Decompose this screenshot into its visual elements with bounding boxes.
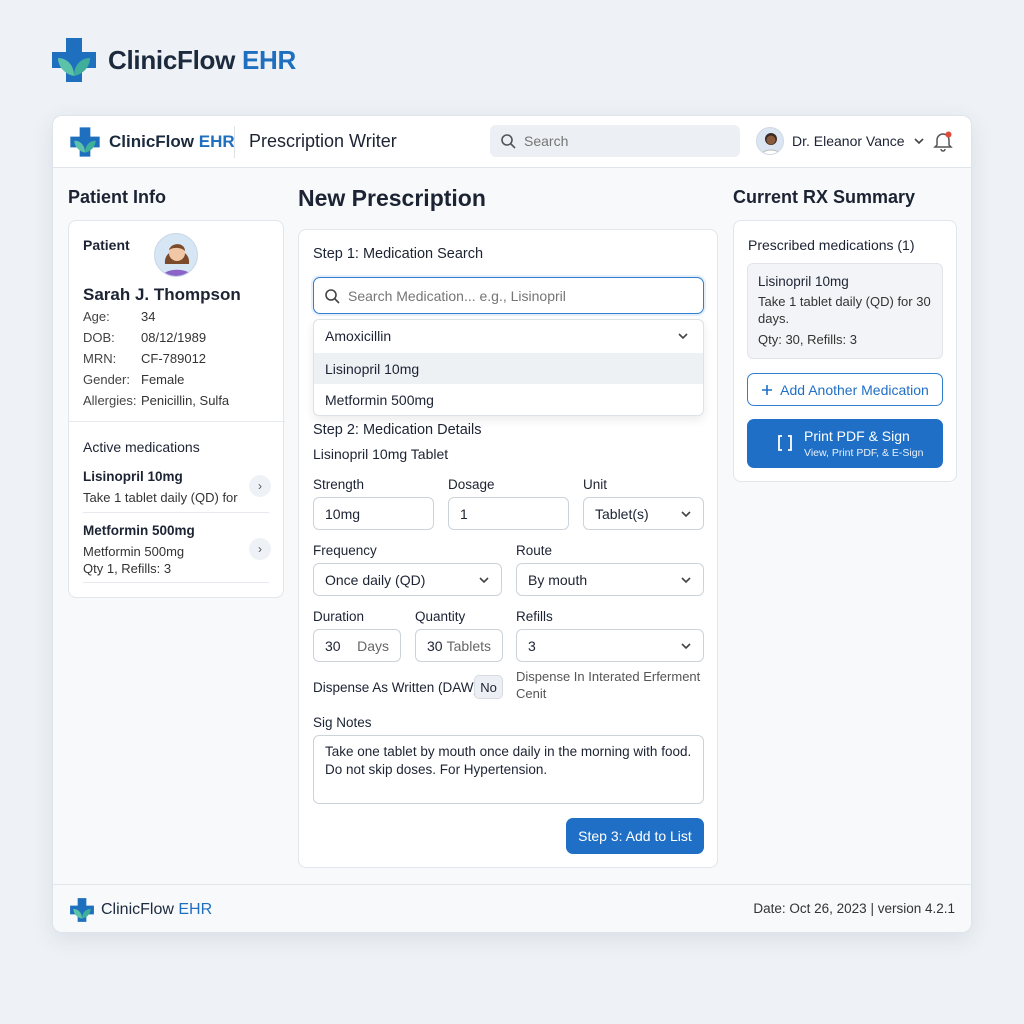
dispense-note: Dispense In Interated Erferment Cenit (516, 669, 701, 701)
patient-name: Sarah J. Thompson (83, 285, 241, 304)
dropdown-option[interactable]: Amoxicillin (314, 320, 703, 352)
brand-name: ClinicFlow EHR (108, 44, 296, 75)
prescribed-medications-title: Prescribed medications (1) (748, 237, 915, 253)
search-icon (325, 288, 340, 304)
chevron-right-icon[interactable]: › (249, 538, 271, 560)
step2-title: Step 2: Medication Details (313, 422, 482, 438)
route-label: Route (516, 543, 553, 558)
chevron-down-icon (678, 333, 688, 340)
unit-label: Unit (583, 477, 608, 492)
app-window: ClinicFlow EHR Prescription Writer Dr. E… (52, 115, 972, 933)
new-prescription-title: New Prescription (298, 185, 486, 211)
divider (234, 126, 235, 158)
clinicflow-logo-icon (70, 127, 100, 157)
patient-age: Age: 34 (83, 309, 156, 324)
route-select[interactable]: By mouth (516, 563, 704, 596)
sign-icon (778, 435, 792, 451)
selected-medication: Lisinopril 10mg Tablet (313, 446, 449, 462)
duration-label: Duration (313, 609, 365, 624)
footer: ClinicFlow EHR Date: Oct 26, 2023 | vers… (53, 884, 971, 932)
bell-icon (933, 131, 953, 152)
app-brand: ClinicFlow EHR (50, 36, 296, 84)
patient-info-title: Patient Info (68, 187, 166, 207)
dosage-input[interactable]: 1 (448, 497, 569, 530)
top-bar: ClinicFlow EHR Prescription Writer Dr. E… (53, 116, 971, 168)
chevron-right-icon[interactable]: › (249, 475, 271, 497)
patient-dob: DOB: 08/12/1989 (83, 330, 207, 345)
clinicflow-logo-icon (52, 38, 96, 82)
patient-card: Patient Sarah J. Thompson Age: 34 DOB: 08/… (68, 220, 285, 598)
chevron-down-icon (681, 576, 691, 583)
add-another-medication-button[interactable]: Add Another Medication (747, 373, 943, 406)
active-med-item[interactable]: Metformin 500mg Metformin 500mg Qty 1, R… (83, 523, 269, 576)
print-pdf-sign-label: Print PDF & Sign (804, 428, 910, 444)
print-pdf-sign-button[interactable]: Print PDF & Sign View, Print PDF, & E-Si… (747, 419, 943, 468)
sig-notes-textarea[interactable]: Take one tablet by mouth once daily in t… (313, 735, 704, 804)
patient-gender: Gender: Female (83, 372, 185, 387)
page-title: Prescription Writer (249, 131, 397, 151)
search-icon (501, 134, 516, 149)
strength-label: Strength (313, 477, 365, 492)
refills-select[interactable]: 3 (516, 629, 704, 662)
notifications-button[interactable] (932, 130, 954, 157)
divider (83, 512, 269, 513)
divider (69, 421, 285, 422)
medication-dropdown: Amoxicillin Lisinopril 10mg Metformin 50… (313, 319, 704, 416)
user-menu[interactable]: Dr. Eleanor Vance (756, 127, 925, 155)
frequency-label: Frequency (313, 543, 377, 558)
dropdown-option[interactable]: Metformin 500mg (314, 384, 703, 415)
prescribed-item[interactable]: Lisinopril 10mg Take 1 tablet daily (QD)… (747, 263, 943, 359)
unit-select[interactable]: Tablet(s) (583, 497, 704, 530)
patient-label: Patient (83, 237, 130, 253)
frequency-select[interactable]: Once daily (QD) (313, 563, 502, 596)
footer-meta: Date: Oct 26, 2023 | version 4.2.1 (753, 901, 955, 916)
rx-summary-card: Prescribed medications (1) Lisinopril 10… (733, 220, 957, 482)
patient-mrn: MRN: CF-789012 (83, 351, 207, 366)
active-medications-title: Active medications (83, 439, 200, 455)
daw-label: Dispense As Written (DAW) (313, 680, 479, 695)
plus-icon (762, 384, 773, 395)
rx-summary-title: Current RX Summary (733, 187, 916, 207)
user-name: Dr. Eleanor Vance (792, 133, 905, 149)
global-search-input[interactable] (524, 133, 724, 149)
chevron-down-icon (681, 642, 691, 649)
print-pdf-sign-sublabel: View, Print PDF, & E-Sign (804, 447, 924, 459)
patient-allergies: Allergies: Penicillin, Sulfa (83, 393, 230, 408)
prescribed-item-title: Lisinopril 10mg (758, 274, 849, 289)
dosage-label: Dosage (448, 477, 495, 492)
prescription-card: Step 1: Medication Search Amoxicillin Li… (298, 229, 718, 868)
global-search[interactable] (490, 125, 740, 157)
dropdown-option-selected[interactable]: Lisinopril 10mg (314, 353, 703, 384)
patient-avatar (154, 233, 198, 277)
active-med-item[interactable]: Lisinopril 10mg Take 1 tablet daily (QD)… (83, 469, 269, 505)
clinicflow-logo-icon (70, 898, 94, 922)
chevron-down-icon (479, 576, 489, 583)
footer-brand: ClinicFlow EHR (69, 897, 212, 923)
refills-label: Refills (516, 609, 553, 624)
strength-input[interactable]: 10mg (313, 497, 434, 530)
chevron-down-icon (914, 138, 924, 145)
daw-toggle[interactable]: No (474, 675, 503, 699)
prescribed-item-qty: Qty: 30, Refills: 3 (758, 331, 857, 347)
duration-input[interactable]: 30 Days (313, 629, 401, 662)
medication-search-input[interactable] (348, 287, 678, 304)
topbar-brand[interactable]: ClinicFlow EHR (69, 126, 235, 158)
sig-notes-label: Sig Notes (313, 715, 372, 730)
step1-title: Step 1: Medication Search (313, 246, 484, 262)
doctor-avatar (756, 127, 784, 155)
chevron-down-icon (681, 510, 691, 517)
add-to-list-button[interactable]: Step 3: Add to List (566, 818, 704, 854)
medication-search[interactable] (313, 277, 704, 314)
divider (83, 582, 269, 583)
prescribed-item-desc: Take 1 tablet daily (QD) for 30 days. (758, 294, 931, 326)
quantity-input[interactable]: 30 Tablets (415, 629, 503, 662)
quantity-label: Quantity (415, 609, 466, 624)
